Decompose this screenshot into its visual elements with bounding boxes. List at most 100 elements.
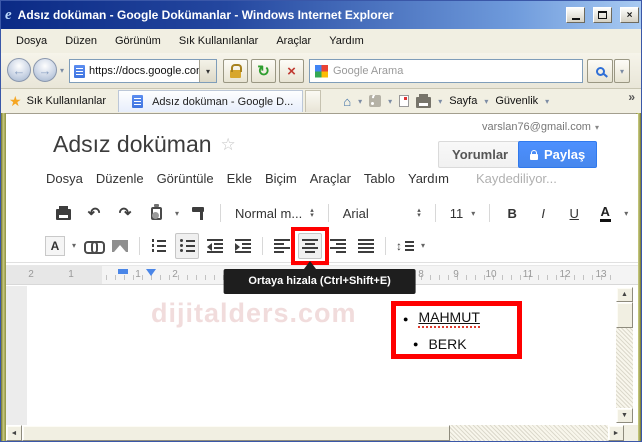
printer-icon [56,209,71,220]
home-icon[interactable]: ⌂ [343,94,351,109]
favorites-star-icon: ★ [9,93,22,110]
read-mail-icon[interactable] [399,95,409,107]
docs-toolbar-row2: A ▾ [6,229,638,263]
scroll-down-button[interactable]: ▼ [616,408,633,423]
site-favicon [74,65,85,78]
docs-menu-tablo[interactable]: Tablo [364,171,395,186]
star-document-icon[interactable]: ☆ [221,135,236,155]
vertical-scroll-track[interactable] [616,328,633,408]
search-input[interactable]: Google Arama [309,59,583,83]
browser-tab[interactable]: Adsız doküman - Google D... [118,90,303,112]
redo-button[interactable]: ↷ [113,200,137,226]
menu-dosya[interactable]: Dosya [7,32,56,50]
numbered-list-button[interactable] [147,233,171,259]
font-size-select[interactable]: 11 ▾ [446,206,480,221]
insert-image-button[interactable] [108,233,132,259]
document-title[interactable]: Adsız doküman [53,131,212,158]
new-tab-stub[interactable] [305,90,321,112]
history-dropdown-icon[interactable]: ▾ [60,66,64,75]
menu-gorunum[interactable]: Görünüm [106,32,170,50]
document-canvas[interactable]: dijitalders.com ● MAHMUT ● BERK [6,286,638,425]
docs-menu-dosya[interactable]: Dosya [46,171,83,186]
print-dropdown-icon[interactable]: ▾ [438,97,442,106]
horizontal-scrollbar[interactable]: ◄ ► [6,425,638,441]
search-button[interactable] [587,59,613,83]
search-options-button[interactable]: ▾ [614,59,630,83]
scroll-up-button[interactable]: ▲ [616,287,633,302]
decrease-indent-icon [207,239,223,253]
page-menu-button[interactable]: Sayfa [449,95,477,107]
bulleted-list-button[interactable] [175,233,199,259]
docs-menu-duzenle[interactable]: Düzenle [96,171,144,186]
minimize-button[interactable] [566,7,585,23]
text-color-button[interactable]: A [593,200,617,226]
paint-format-button[interactable] [186,200,210,226]
vertical-scroll-thumb[interactable] [616,302,633,328]
tab-favicon [132,95,143,108]
paste-dropdown-icon[interactable]: ▾ [175,209,179,218]
toolbar-separator [385,237,386,255]
vertical-scrollbar[interactable]: ▲ ▼ [616,287,633,423]
menu-sik-kullanilanlar[interactable]: Sık Kullanılanlar [170,32,268,50]
justify-button[interactable] [354,233,378,259]
share-button[interactable]: Paylaş [518,141,597,168]
docs-menu-ekle[interactable]: Ekle [227,171,252,186]
print-button[interactable] [51,200,75,226]
decrease-indent-button[interactable] [203,233,227,259]
left-indent-marker[interactable] [146,269,156,276]
paste-button[interactable] [144,200,168,226]
horizontal-scroll-track[interactable] [450,425,608,441]
horizontal-scroll-thumb[interactable] [22,425,450,441]
account-menu[interactable]: varslan76@gmail.com ▾ [482,121,599,133]
home-dropdown-icon[interactable]: ▾ [358,97,362,106]
docs-menu-araclar[interactable]: Araçlar [310,171,351,186]
increase-indent-icon [235,239,251,253]
security-menu-button[interactable]: Güvenlik [495,95,538,107]
print-icon[interactable] [416,97,431,108]
refresh-button[interactable]: ↻ [251,59,276,83]
scroll-right-button[interactable]: ► [608,425,624,441]
align-center-button[interactable]: Ortaya hizala (Ctrl+Shift+E) [298,233,322,259]
forward-button[interactable]: → [33,58,57,82]
align-right-button[interactable] [326,233,350,259]
docs-menu-yardim[interactable]: Yardım [408,171,449,186]
docs-menu-bicim[interactable]: Biçim [265,171,297,186]
url-dropdown-button[interactable]: ▾ [199,60,216,82]
close-button[interactable]: × [620,7,639,23]
ruler-number: 1 [68,269,74,280]
menu-araclar[interactable]: Araçlar [267,32,320,50]
back-button[interactable]: ← [7,58,31,82]
first-line-indent-marker[interactable] [118,269,128,274]
maximize-button[interactable] [593,7,612,23]
rss-icon[interactable] [369,95,381,107]
highlight-dropdown-icon[interactable]: ▾ [72,241,76,250]
account-email: varslan76@gmail.com [482,121,591,133]
menu-duzen[interactable]: Düzen [56,32,106,50]
ruler-number: 9 [453,269,459,280]
font-select[interactable]: Arial ▴ ▾ [339,206,425,221]
bold-button[interactable]: B [500,200,524,226]
security-lock-button[interactable] [223,59,248,83]
line-spacing-dropdown-icon[interactable]: ▾ [421,241,425,250]
highlight-color-button[interactable]: A [42,233,68,259]
url-field[interactable]: https://docs.google.com ▾ [69,59,217,83]
italic-button[interactable]: I [531,200,555,226]
undo-button[interactable]: ↶ [82,200,106,226]
security-dropdown-icon[interactable]: ▾ [545,97,549,106]
favorites-button[interactable]: Sık Kullanılanlar [27,95,107,107]
page-margin-strip [6,286,27,425]
toolbar-overflow-icon[interactable]: » [628,90,635,104]
increase-indent-button[interactable] [231,233,255,259]
page-dropdown-icon[interactable]: ▾ [484,97,488,106]
menu-yardim[interactable]: Yardım [320,32,373,50]
scroll-left-button[interactable]: ◄ [6,425,22,441]
docs-menu-goruntule[interactable]: Görüntüle [157,171,214,186]
paragraph-style-select[interactable]: Normal m... ▴ ▾ [231,206,318,221]
text-color-dropdown-icon[interactable]: ▾ [624,209,628,218]
stop-button[interactable]: × [279,59,304,83]
comments-button[interactable]: Yorumlar [438,141,522,168]
line-spacing-button[interactable]: ↕ [393,233,417,259]
insert-link-button[interactable] [80,233,104,259]
rss-dropdown-icon[interactable]: ▾ [388,97,392,106]
underline-button[interactable]: U [562,200,586,226]
